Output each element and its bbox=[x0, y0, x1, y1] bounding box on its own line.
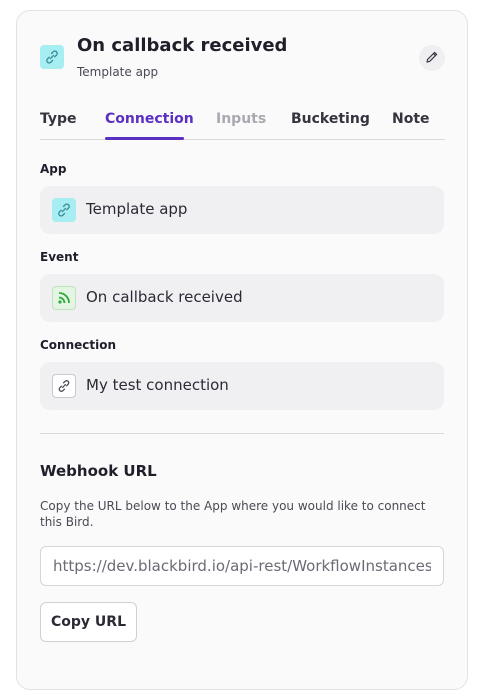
panel-header: On callback received Template app bbox=[40, 35, 445, 85]
webhook-url-field[interactable] bbox=[40, 546, 444, 586]
edit-button[interactable] bbox=[419, 45, 445, 71]
tab-note[interactable]: Note bbox=[392, 111, 430, 127]
tab-bucketing[interactable]: Bucketing bbox=[291, 111, 370, 127]
chain-link-icon bbox=[52, 374, 76, 398]
event-value: On callback received bbox=[86, 288, 243, 306]
section-divider bbox=[40, 433, 444, 434]
link-icon bbox=[52, 198, 76, 222]
event-label: Event bbox=[40, 250, 79, 264]
active-tab-indicator bbox=[105, 137, 184, 140]
page-subtitle: Template app bbox=[77, 65, 159, 79]
tab-type[interactable]: Type bbox=[40, 111, 77, 127]
connection-label: Connection bbox=[40, 338, 117, 352]
app-value: Template app bbox=[86, 200, 188, 218]
tab-bar: Type Connection Inputs Bucketing Note bbox=[40, 109, 445, 140]
tab-inputs[interactable]: Inputs bbox=[216, 111, 266, 127]
link-icon bbox=[40, 45, 64, 69]
connection-value: My test connection bbox=[86, 376, 229, 394]
copy-url-button[interactable]: Copy URL bbox=[40, 602, 137, 642]
tab-connection[interactable]: Connection bbox=[105, 111, 194, 127]
app-label: App bbox=[40, 162, 67, 176]
webhook-description: Copy the URL below to the App where you … bbox=[40, 499, 426, 529]
page-title: On callback received bbox=[77, 35, 288, 56]
app-selector[interactable]: Template app bbox=[40, 186, 444, 234]
trigger-panel: On callback received Template app Type C… bbox=[16, 10, 468, 690]
event-selector[interactable]: On callback received bbox=[40, 274, 444, 322]
pencil-icon bbox=[425, 49, 439, 68]
connection-selector[interactable]: My test connection bbox=[40, 362, 444, 410]
rss-icon bbox=[52, 286, 76, 310]
webhook-title: Webhook URL bbox=[40, 462, 157, 480]
